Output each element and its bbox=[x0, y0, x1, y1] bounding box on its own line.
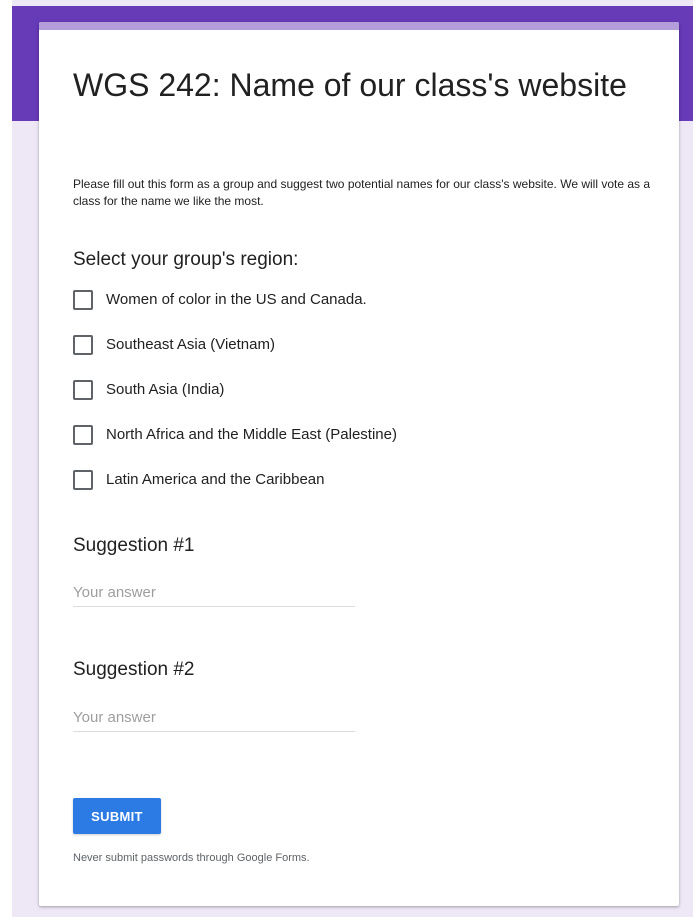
checkbox[interactable] bbox=[73, 335, 93, 355]
region-option-southeast-asia[interactable]: Southeast Asia (Vietnam) bbox=[73, 335, 275, 355]
form-description: Please fill out this form as a group and… bbox=[73, 177, 651, 208]
checkbox[interactable] bbox=[73, 470, 93, 490]
option-label: Women of color in the US and Canada. bbox=[106, 291, 367, 308]
footer-note: Never submit passwords through Google Fo… bbox=[73, 852, 310, 864]
region-option-women-of-color[interactable]: Women of color in the US and Canada. bbox=[73, 290, 367, 310]
submit-button[interactable]: SUBMIT bbox=[73, 798, 161, 834]
suggestion-2-title: Suggestion #2 bbox=[73, 659, 195, 680]
region-question-title: Select your group's region: bbox=[73, 249, 299, 270]
card-accent-bar bbox=[39, 22, 679, 30]
option-label: Latin America and the Caribbean bbox=[106, 471, 325, 488]
suggestion-1-title: Suggestion #1 bbox=[73, 535, 195, 556]
checkbox[interactable] bbox=[73, 290, 93, 310]
option-label: Southeast Asia (Vietnam) bbox=[106, 336, 275, 353]
region-option-latin-america-caribbean[interactable]: Latin America and the Caribbean bbox=[73, 470, 324, 490]
option-label: North Africa and the Middle East (Palest… bbox=[106, 426, 397, 443]
checkbox[interactable] bbox=[73, 425, 93, 445]
region-option-south-asia[interactable]: South Asia (India) bbox=[73, 380, 224, 400]
form-card: WGS 242: Name of our class's website Ple… bbox=[39, 22, 679, 906]
region-option-north-africa-middle-east[interactable]: North Africa and the Middle East (Palest… bbox=[73, 425, 397, 445]
checkbox[interactable] bbox=[73, 380, 93, 400]
option-label: South Asia (India) bbox=[106, 381, 225, 398]
suggestion-2-input[interactable] bbox=[73, 703, 355, 732]
form-title: WGS 242: Name of our class's website bbox=[73, 67, 627, 103]
suggestion-1-input[interactable] bbox=[73, 578, 355, 607]
